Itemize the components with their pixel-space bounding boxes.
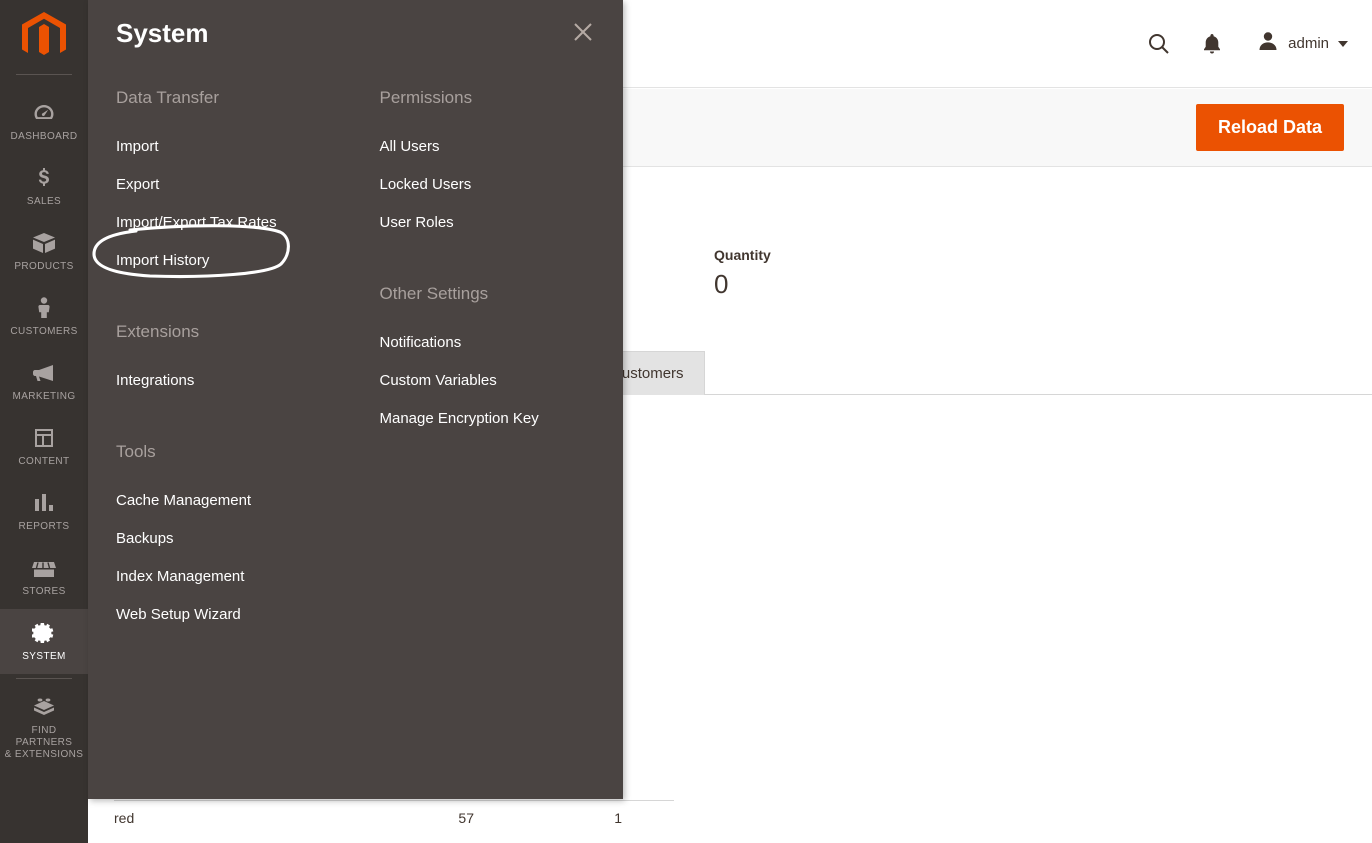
sidebar-item-label: SYSTEM [22, 651, 66, 662]
menu-item-import-export-tax-rates[interactable]: Import/Export Tax Rates [116, 204, 356, 242]
sidebar-item-content[interactable]: CONTENT [0, 414, 88, 479]
system-menu-panel: System Data Transfer Import Export Impor… [88, 0, 623, 799]
group-permissions: Permissions All Users Locked Users User … [380, 88, 624, 242]
group-title: Permissions [379, 88, 473, 107]
cell-quantity: 1 [614, 810, 622, 826]
group-title: Tools [116, 442, 156, 461]
group-title: Extensions [116, 322, 200, 341]
panel-columns: Data Transfer Import Export Import/Expor… [88, 88, 623, 676]
sidebar-item-sales[interactable]: SALES [0, 154, 88, 219]
menu-item-cache-management[interactable]: Cache Management [116, 482, 356, 520]
menu-item-import[interactable]: Import [116, 128, 356, 166]
sidebar-item-dashboard[interactable]: DASHBOARD [0, 89, 88, 154]
admin-dashboard-screen: Chart is disabled. To enable the chart, … [0, 0, 1372, 843]
menu-item-export[interactable]: Export [116, 166, 356, 204]
cell-price: 57 [458, 810, 474, 826]
sidebar-divider [16, 74, 72, 75]
brick-icon [31, 694, 57, 720]
bar-chart-icon [32, 490, 56, 516]
bell-icon[interactable] [1201, 32, 1223, 56]
menu-item-all-users[interactable]: All Users [380, 128, 624, 166]
cell-product-name: red [114, 810, 135, 826]
layout-icon [32, 425, 56, 451]
sidebar-item-system[interactable]: SYSTEM [0, 609, 88, 674]
stat-value: 0 [714, 269, 729, 299]
sidebar-item-label: CUSTOMERS [10, 326, 78, 337]
menu-item-locked-users[interactable]: Locked Users [380, 166, 624, 204]
sidebar-divider-2 [16, 678, 72, 679]
menu-item-backups[interactable]: Backups [116, 520, 356, 558]
reload-data-button[interactable]: Reload Data [1195, 104, 1344, 151]
sidebar-item-products[interactable]: PRODUCTS [0, 219, 88, 284]
sidebar-item-customers[interactable]: CUSTOMERS [0, 284, 88, 349]
box-icon [31, 230, 57, 256]
group-data-transfer: Data Transfer Import Export Import/Expor… [116, 88, 356, 280]
dashboard-icon [32, 100, 56, 126]
dollar-icon [32, 165, 56, 191]
sidebar-item-reports[interactable]: REPORTS [0, 479, 88, 544]
gear-icon [32, 620, 56, 646]
chevron-down-icon [1338, 40, 1348, 47]
menu-item-import-history[interactable]: Import History [116, 242, 356, 280]
megaphone-icon [31, 360, 57, 386]
menu-item-user-roles[interactable]: User Roles [380, 204, 624, 242]
stat-label: Quantity [714, 247, 771, 263]
sidebar-item-label: DASHBOARD [10, 131, 78, 142]
person-icon [34, 295, 54, 321]
menu-item-integrations[interactable]: Integrations [116, 362, 356, 400]
menu-item-manage-encryption-key[interactable]: Manage Encryption Key [380, 400, 624, 438]
sidebar-item-label: PRODUCTS [14, 261, 74, 272]
search-icon[interactable] [1147, 32, 1171, 56]
sidebar-item-label: SALES [26, 196, 62, 207]
menu-item-notifications[interactable]: Notifications [380, 324, 624, 362]
menu-item-index-management[interactable]: Index Management [116, 558, 356, 596]
storefront-icon [31, 555, 57, 581]
sidebar-item-label: FIND PARTNERS & EXTENSIONS [4, 725, 84, 760]
menu-item-custom-variables[interactable]: Custom Variables [380, 362, 624, 400]
main-sidebar: DASHBOARD SALES PRODUCTS CUSTOMERS MARKE [0, 0, 88, 843]
sidebar-item-find-partners-extensions[interactable]: FIND PARTNERS & EXTENSIONS [0, 683, 88, 772]
sidebar-item-label: CONTENT [18, 456, 70, 467]
group-tools: Tools Cache Management Backups Index Man… [116, 442, 356, 634]
sidebar-item-label: STORES [22, 586, 66, 597]
sidebar-item-marketing[interactable]: MARKETING [0, 349, 88, 414]
group-title: Data Transfer [116, 88, 219, 107]
sidebar-item-label: REPORTS [18, 521, 70, 532]
magento-logo[interactable] [0, 0, 88, 74]
products-table: red 57 1 [114, 800, 674, 826]
close-icon[interactable] [569, 18, 597, 46]
group-other-settings: Other Settings Notifications Custom Vari… [380, 284, 624, 438]
panel-column-left: Data Transfer Import Export Import/Expor… [88, 88, 356, 676]
user-avatar-icon [1257, 30, 1279, 57]
sidebar-item-stores[interactable]: STORES [0, 544, 88, 609]
panel-title: System [116, 18, 209, 48]
stat-quantity: Quantity 0 [714, 247, 914, 300]
panel-column-right: Permissions All Users Locked Users User … [356, 88, 624, 676]
username-label: admin [1288, 35, 1329, 52]
group-extensions: Extensions Integrations [116, 322, 356, 400]
admin-user-menu[interactable]: admin [1257, 30, 1348, 57]
table-row[interactable]: red 57 1 [114, 801, 674, 826]
group-title: Other Settings [379, 284, 489, 303]
sidebar-item-label: MARKETING [12, 391, 76, 402]
menu-item-web-setup-wizard[interactable]: Web Setup Wizard [116, 596, 356, 634]
